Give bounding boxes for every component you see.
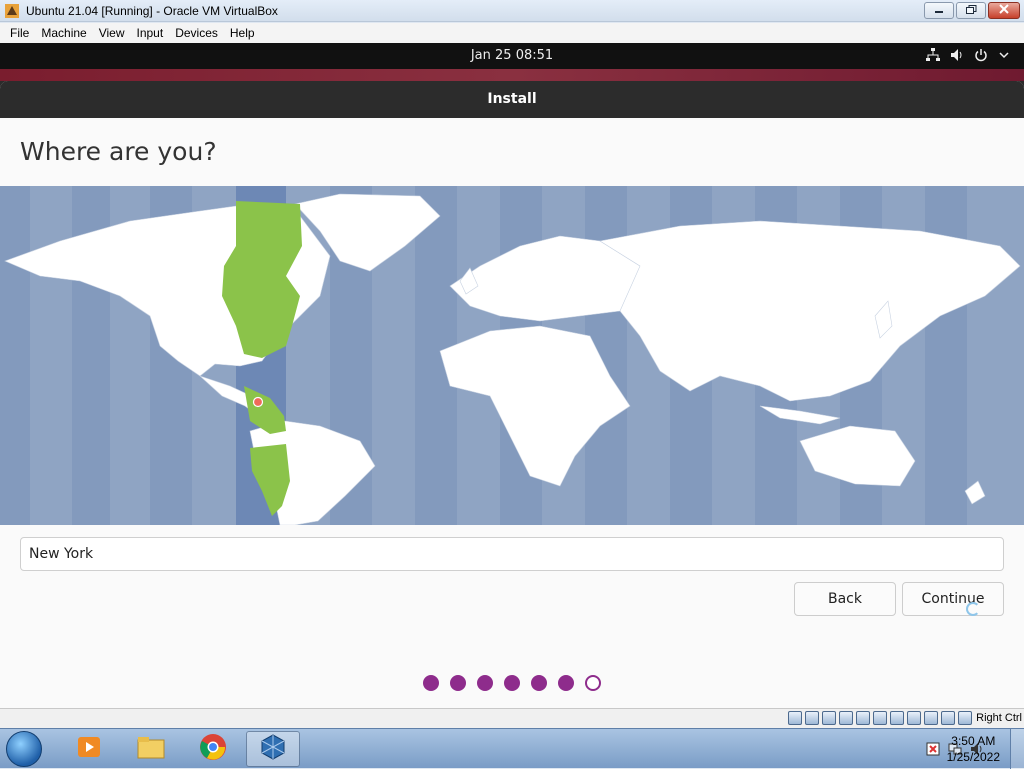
progress-dot-6 bbox=[558, 675, 574, 691]
menu-help[interactable]: Help bbox=[224, 26, 261, 40]
menu-machine[interactable]: Machine bbox=[35, 26, 92, 40]
taskbar-explorer[interactable] bbox=[124, 731, 178, 767]
restore-icon bbox=[965, 4, 977, 17]
taskbar-media-player[interactable] bbox=[62, 731, 116, 767]
gnome-clock[interactable]: Jan 25 08:51 bbox=[0, 48, 1024, 63]
minimize-icon bbox=[934, 4, 944, 17]
virtualbox-app-icon bbox=[4, 3, 20, 19]
volume-icon bbox=[950, 48, 964, 62]
minimize-button[interactable] bbox=[924, 2, 954, 19]
menu-file[interactable]: File bbox=[4, 26, 35, 40]
recording-icon[interactable] bbox=[907, 711, 921, 725]
continue-button[interactable]: Continue bbox=[902, 582, 1004, 616]
menu-input[interactable]: Input bbox=[131, 26, 170, 40]
hard-disk-icon[interactable] bbox=[788, 711, 802, 725]
windows-taskbar: 3:50 AM 1/25/2022 bbox=[0, 728, 1024, 769]
location-pin[interactable] bbox=[252, 396, 264, 408]
back-button[interactable]: Back bbox=[794, 582, 896, 616]
power-icon bbox=[974, 48, 988, 62]
network-icon bbox=[926, 48, 940, 62]
installer-header-title: Install bbox=[0, 81, 1024, 118]
network-adapter-icon[interactable] bbox=[839, 711, 853, 725]
clock-date: 1/25/2022 bbox=[946, 750, 1000, 764]
restore-button[interactable] bbox=[956, 2, 986, 19]
virtualbox-icon bbox=[259, 733, 287, 765]
progress-dot-4 bbox=[504, 675, 520, 691]
busy-cursor-icon bbox=[966, 602, 980, 616]
windows-media-player-icon bbox=[76, 734, 102, 764]
installer-window: Install Where are you? New York Back Con… bbox=[0, 81, 1024, 708]
close-icon bbox=[999, 4, 1009, 17]
guest-display: Jan 25 08:51 Install Where are you? New … bbox=[0, 43, 1024, 708]
mouse-integration-icon[interactable] bbox=[941, 711, 955, 725]
chevron-down-icon bbox=[998, 49, 1010, 61]
windows-explorer-icon bbox=[136, 734, 166, 764]
system-clock[interactable]: 3:50 AM 1/25/2022 bbox=[947, 733, 1000, 765]
shared-folders-icon[interactable] bbox=[873, 711, 887, 725]
virtualbox-titlebar: Ubuntu 21.04 [Running] - Oracle VM Virtu… bbox=[0, 0, 1024, 22]
menu-devices[interactable]: Devices bbox=[169, 26, 224, 40]
virtualbox-menubar: File Machine View Input Devices Help bbox=[0, 23, 1024, 43]
location-input[interactable]: New York bbox=[20, 537, 1004, 571]
close-button[interactable] bbox=[988, 2, 1020, 19]
progress-dot-1 bbox=[423, 675, 439, 691]
progress-dot-5 bbox=[531, 675, 547, 691]
clock-time: 3:50 AM bbox=[951, 734, 996, 748]
progress-dot-7 bbox=[585, 675, 601, 691]
taskbar-chrome[interactable] bbox=[186, 731, 240, 767]
optical-drive-icon[interactable] bbox=[805, 711, 819, 725]
keyboard-icon[interactable] bbox=[958, 711, 972, 725]
progress-dots bbox=[0, 675, 1024, 691]
gnome-top-bar: Jan 25 08:51 bbox=[0, 43, 1024, 69]
action-center-icon[interactable] bbox=[926, 741, 940, 756]
timezone-map[interactable] bbox=[0, 186, 1024, 525]
cpu-icon[interactable] bbox=[924, 711, 938, 725]
desktop-wallpaper-strip bbox=[0, 69, 1024, 81]
taskbar-virtualbox[interactable] bbox=[246, 731, 300, 767]
world-map-graphic bbox=[0, 186, 1024, 525]
progress-dot-2 bbox=[450, 675, 466, 691]
show-desktop-button[interactable] bbox=[1010, 729, 1024, 769]
progress-dot-3 bbox=[477, 675, 493, 691]
audio-icon[interactable] bbox=[822, 711, 836, 725]
window-title: Ubuntu 21.04 [Running] - Oracle VM Virtu… bbox=[26, 3, 278, 18]
page-title: Where are you? bbox=[20, 137, 217, 166]
virtualbox-status-bar: Right Ctrl bbox=[0, 708, 1024, 728]
display-icon[interactable] bbox=[890, 711, 904, 725]
menu-view[interactable]: View bbox=[93, 26, 131, 40]
host-key-label: Right Ctrl bbox=[976, 712, 1022, 724]
start-button[interactable] bbox=[6, 731, 42, 767]
gnome-system-tray[interactable] bbox=[926, 48, 1010, 62]
usb-icon[interactable] bbox=[856, 711, 870, 725]
chrome-icon bbox=[199, 733, 227, 765]
